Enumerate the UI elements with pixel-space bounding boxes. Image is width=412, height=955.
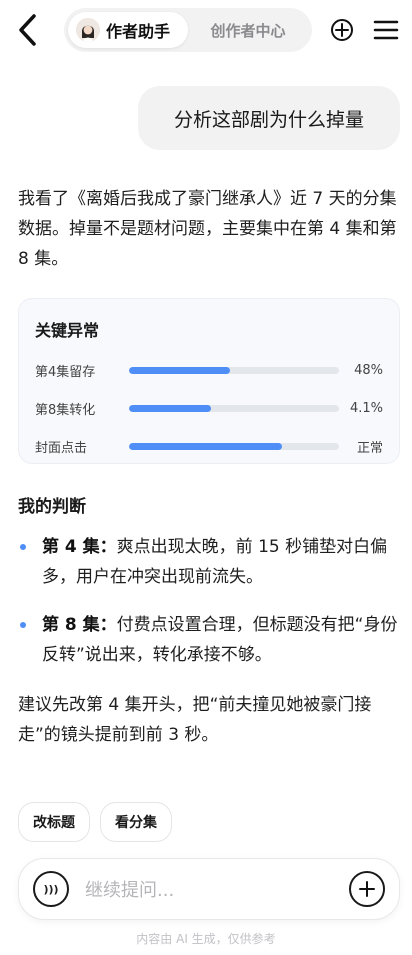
metric-value: 4.1% bbox=[349, 400, 383, 416]
menu-icon bbox=[373, 20, 399, 40]
back-button[interactable] bbox=[12, 10, 42, 50]
anomaly-card-title: 关键异常 bbox=[35, 321, 100, 340]
voice-icon: ))) bbox=[43, 882, 59, 896]
list-item: 第 4 集：爽点出现太晚，前 15 秒铺垫对白偏多，用户在冲突出现前流失。 bbox=[18, 532, 398, 592]
ai-disclaimer: 内容由 AI 生成，仅供参考 bbox=[136, 932, 276, 946]
metric-bar-track bbox=[129, 366, 339, 374]
attach-button[interactable] bbox=[349, 871, 385, 907]
metric-value: 正常 bbox=[356, 440, 383, 456]
judgment-label: 第 8 集： bbox=[42, 615, 117, 635]
user-message-bubble: 分析这部剧为什么掉量 bbox=[138, 86, 400, 150]
metric-name: 封面点击 bbox=[35, 440, 88, 456]
plus-icon bbox=[359, 881, 375, 897]
metric-bar-track bbox=[129, 404, 339, 412]
judgment-label: 第 4 集： bbox=[42, 537, 117, 557]
tab-author-assistant[interactable]: 作者助手 bbox=[68, 12, 188, 48]
judgment-title: 我的判断 bbox=[18, 497, 86, 517]
bullet-dot bbox=[20, 622, 26, 628]
edit-title-chip[interactable]: 改标题 bbox=[18, 802, 90, 842]
quick-actions: 改标题 看分集 bbox=[18, 802, 172, 842]
mode-switch: 作者助手 创作者中心 bbox=[64, 8, 312, 52]
top-bar: 作者助手 创作者中心 bbox=[0, 6, 412, 54]
message-input[interactable]: 继续提问... bbox=[85, 876, 349, 902]
add-button[interactable] bbox=[328, 16, 356, 44]
suggestion-text: 建议先改第 4 集开头，把“前夫撞见她被豪门接走”的镜头提前到前 3 秒。 bbox=[18, 695, 372, 745]
avatar bbox=[76, 18, 100, 42]
judgment-list: 第 4 集：爽点出现太晚，前 15 秒铺垫对白偏多，用户在冲突出现前流失。 第 … bbox=[18, 532, 398, 688]
view-episodes-chip[interactable]: 看分集 bbox=[100, 802, 172, 842]
metric-row: 封面点击 正常 bbox=[35, 427, 383, 465]
back-chevron-icon bbox=[19, 14, 36, 46]
metric-name: 第8集转化 bbox=[35, 402, 96, 418]
metric-row: 第8集转化 4.1% bbox=[35, 389, 383, 427]
metric-row: 第4集留存 48% bbox=[35, 351, 383, 389]
answer-intro: 我看了《离婚后我成了豪门继承人》近 7 天的分集数据。掉量不是题材问题，主要集中… bbox=[18, 189, 397, 269]
tab-author-assistant-label: 作者助手 bbox=[106, 22, 171, 41]
metric-value: 48% bbox=[354, 362, 383, 378]
metric-bar-fill bbox=[129, 366, 230, 374]
metric-bar-fill bbox=[129, 404, 211, 412]
metric-bar-track bbox=[129, 442, 339, 450]
voice-button[interactable]: ))) bbox=[33, 871, 69, 907]
chat-page: 作者助手 创作者中心 分析这部剧为什么掉量 我看了《离婚后我成了豪门继承人》近 … bbox=[0, 0, 412, 955]
tab-creator-center[interactable]: 创作者中心 bbox=[188, 20, 308, 41]
metric-name: 第4集留存 bbox=[35, 364, 96, 380]
plus-circle-icon bbox=[331, 19, 353, 41]
anomaly-card: 关键异常 第4集留存 48% 第8集转化 4.1% 封面点击 正常 bbox=[18, 298, 400, 464]
list-item: 第 8 集：付费点设置合理，但标题没有把“身份反转”说出来，转化承接不够。 bbox=[18, 610, 398, 670]
bullet-dot bbox=[20, 544, 26, 550]
metric-bar-fill bbox=[129, 442, 283, 450]
menu-button[interactable] bbox=[372, 16, 400, 44]
composer: ))) 继续提问... bbox=[18, 858, 400, 920]
